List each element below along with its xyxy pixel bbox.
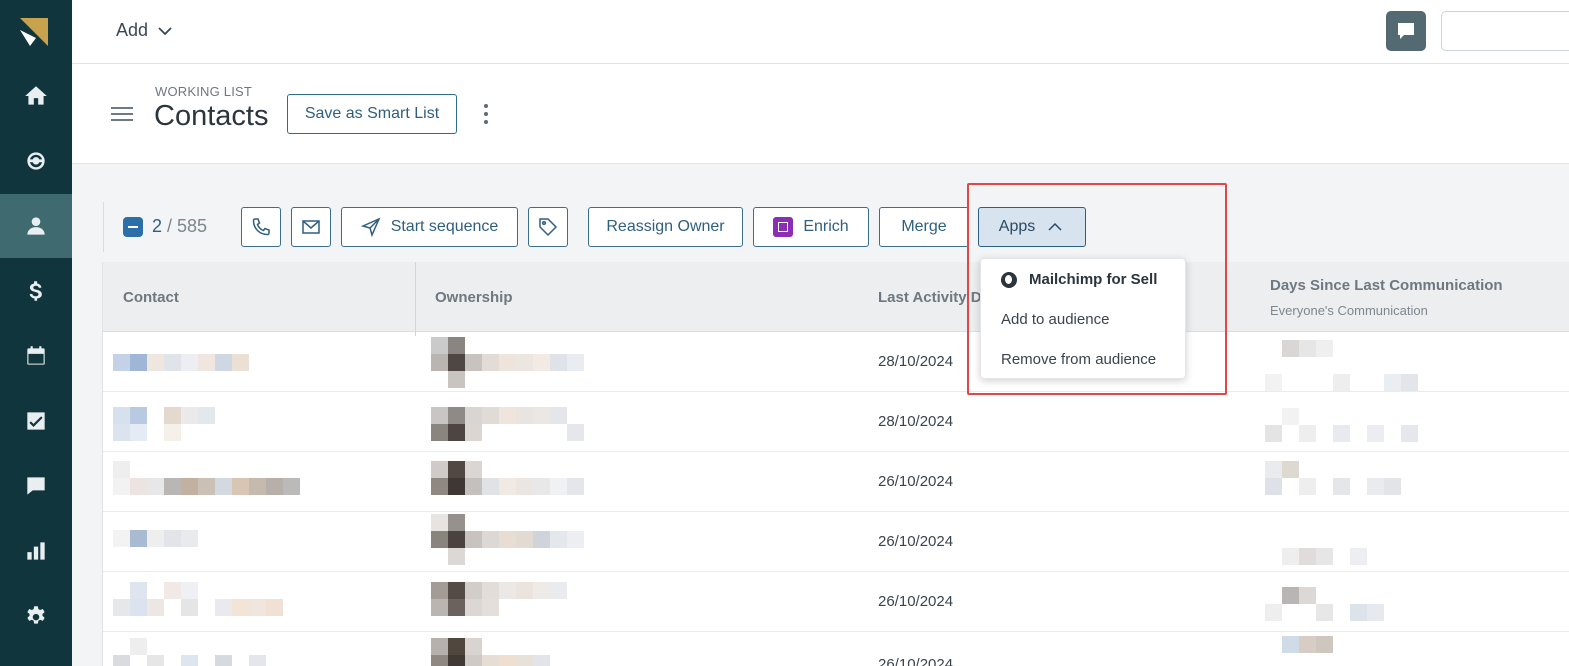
column-header-ownership[interactable]: Ownership <box>435 262 513 332</box>
toolbar-divider <box>103 202 104 252</box>
merge-button[interactable]: Merge <box>879 207 969 247</box>
column-header-contact[interactable]: Contact <box>123 262 179 332</box>
table-row[interactable]: 26/10/2024 <box>103 512 1569 572</box>
menu-item-add-to-audience[interactable]: Add to audience <box>1001 311 1109 328</box>
email-button[interactable] <box>291 207 331 247</box>
tag-icon <box>539 218 558 237</box>
sidebar-item-reports[interactable] <box>0 519 72 583</box>
add-menu-button[interactable]: Add <box>116 20 172 41</box>
last-activity-date: 26/10/2024 <box>878 593 954 610</box>
column-subheader-days-since: Everyone's Communication <box>1270 303 1428 318</box>
enrich-icon <box>773 217 794 237</box>
deals-icon <box>29 281 42 301</box>
table-header: Contact Ownership Last Activity D Days S… <box>103 262 1569 336</box>
table-row[interactable]: 28/10/2024 <box>103 392 1569 452</box>
table-row[interactable]: 28/10/2024 <box>103 332 1569 392</box>
select-all-checkbox[interactable] <box>123 217 143 237</box>
working-list-label: WORKING LIST <box>155 84 253 99</box>
last-activity-date: 28/10/2024 <box>878 353 954 370</box>
selection-count: 2 / 585 <box>152 216 208 236</box>
call-button[interactable] <box>241 207 281 247</box>
menu-item-remove-from-audience[interactable]: Remove from audience <box>1001 351 1156 368</box>
phone-icon <box>252 218 270 236</box>
chevron-down-icon <box>158 26 172 35</box>
reports-icon <box>27 542 45 560</box>
enrich-button[interactable]: Enrich <box>753 207 869 247</box>
table-row[interactable]: 26/10/2024 <box>103 452 1569 512</box>
add-label: Add <box>116 20 149 40</box>
more-options-icon[interactable] <box>480 104 492 126</box>
reassign-owner-button[interactable]: Reassign Owner <box>588 207 743 247</box>
sidebar-item-communications[interactable] <box>0 454 72 518</box>
page-header: WORKING LIST Contacts Save as Smart List <box>72 64 1569 164</box>
contacts-table: Contact Ownership Last Activity D Days S… <box>102 262 1569 666</box>
calendar-icon <box>27 346 45 365</box>
settings-icon <box>27 606 45 624</box>
home-icon <box>25 86 47 105</box>
send-icon <box>360 217 381 237</box>
chat-button[interactable] <box>1386 11 1426 51</box>
mailchimp-icon <box>1001 271 1017 288</box>
sidebar-item-settings[interactable] <box>0 584 72 648</box>
chat-icon <box>1398 23 1414 39</box>
contacts-icon <box>27 217 45 235</box>
global-search-input[interactable] <box>1441 11 1569 51</box>
sidebar-item-calendar[interactable] <box>0 324 72 388</box>
sidebar <box>0 0 72 666</box>
mailchimp-heading: Mailchimp for Sell <box>1001 271 1157 288</box>
communications-icon <box>27 477 45 495</box>
last-activity-date: 26/10/2024 <box>878 473 954 490</box>
sidebar-item-home[interactable] <box>0 64 72 128</box>
table-row[interactable]: 26/10/2024 <box>103 632 1569 666</box>
column-divider <box>415 262 416 336</box>
sidebar-item-leads[interactable] <box>0 129 72 193</box>
start-sequence-button[interactable]: Start sequence <box>341 207 518 247</box>
apps-dropdown-menu: Mailchimp for Sell Add to audience Remov… <box>980 258 1186 379</box>
sidebar-item-tasks[interactable] <box>0 389 72 453</box>
sidebar-item-contacts[interactable] <box>0 194 72 258</box>
last-activity-date: 28/10/2024 <box>878 413 954 430</box>
save-as-smart-list-button[interactable]: Save as Smart List <box>287 94 457 134</box>
page-title: Contacts <box>154 100 269 132</box>
tasks-icon <box>27 412 45 430</box>
last-activity-date: 26/10/2024 <box>878 656 954 666</box>
sidebar-item-deals[interactable] <box>0 259 72 323</box>
last-activity-date: 26/10/2024 <box>878 533 954 550</box>
logo-icon[interactable] <box>20 18 48 46</box>
leads-icon <box>27 152 45 170</box>
top-bar: Add <box>72 0 1569 64</box>
menu-icon[interactable] <box>111 107 133 121</box>
envelope-icon <box>302 220 320 234</box>
table-row[interactable]: 26/10/2024 <box>103 572 1569 632</box>
tag-button[interactable] <box>528 207 568 247</box>
